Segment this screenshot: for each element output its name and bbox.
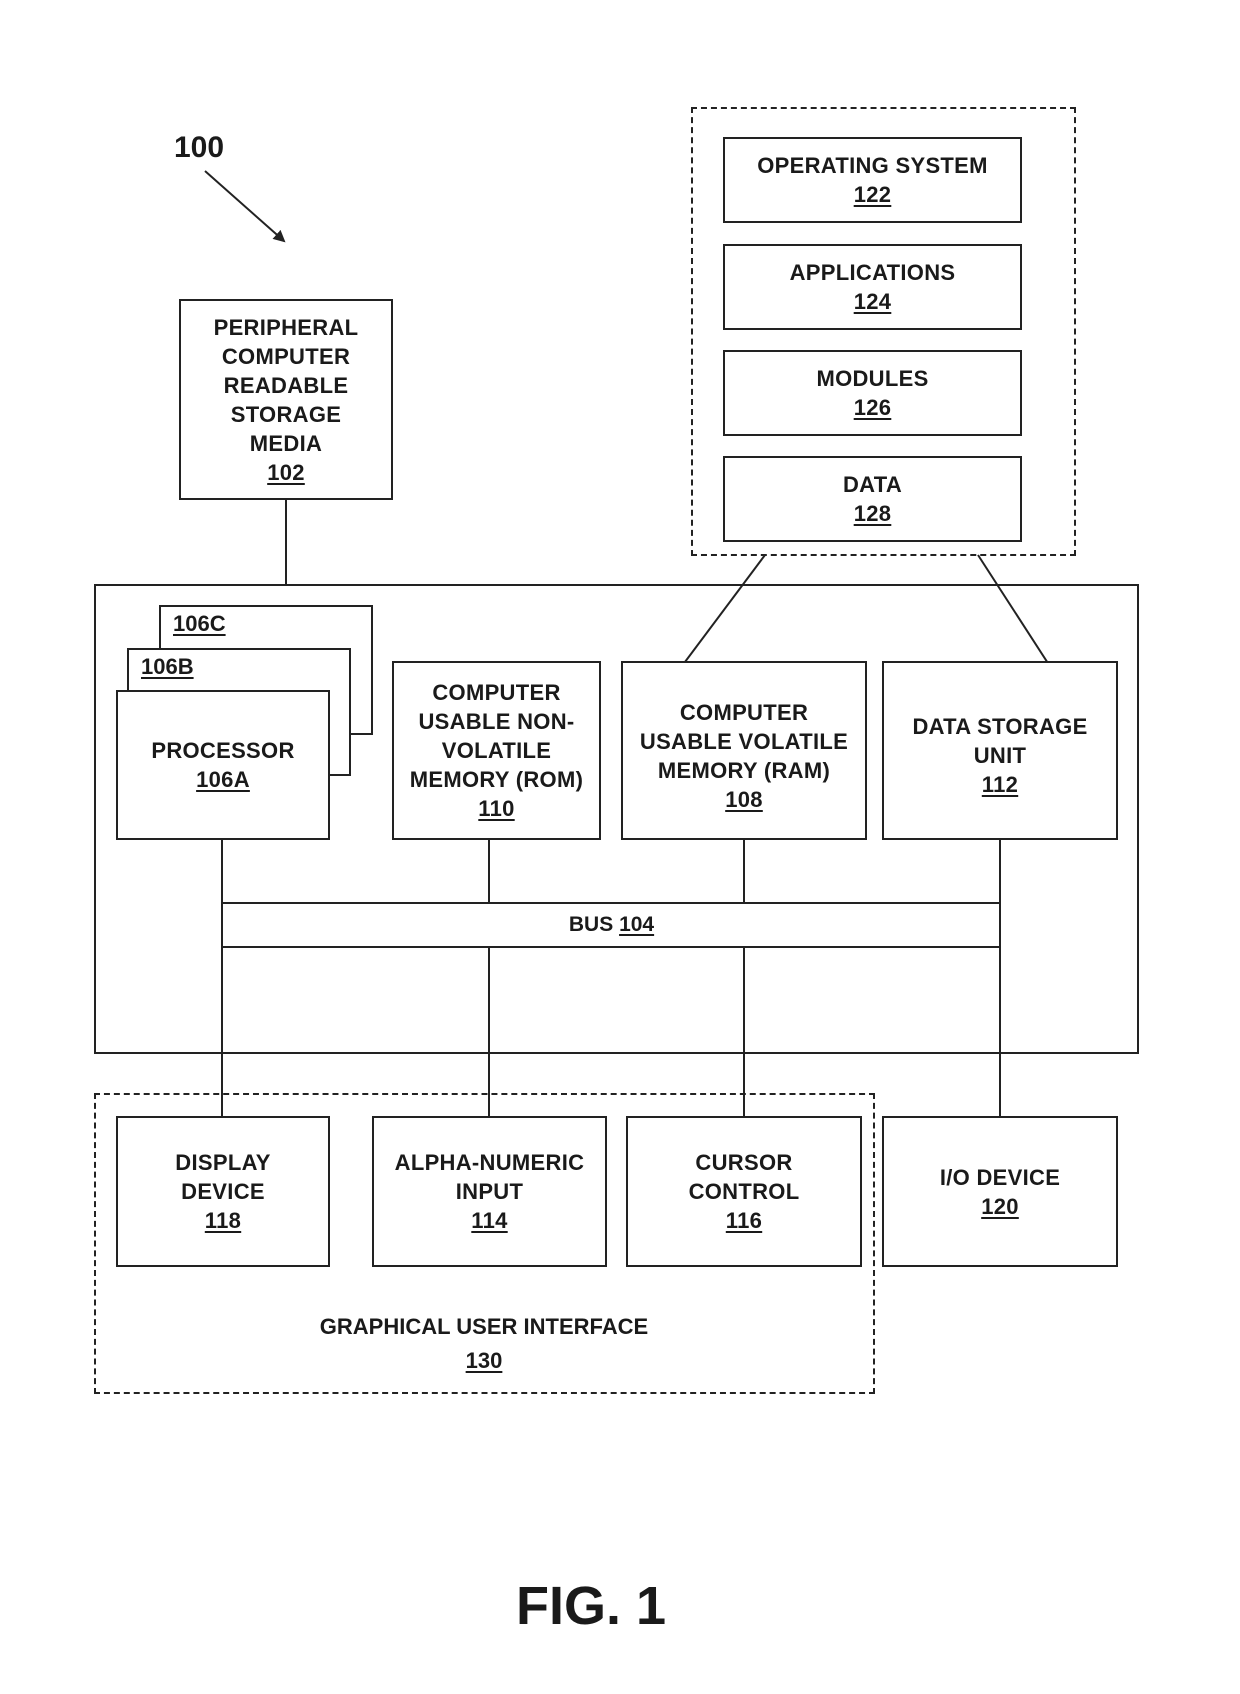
ram-ref: 108 [725, 786, 763, 812]
applications-label: APPLICATIONS [789, 260, 956, 285]
applications-box: APPLICATIONS 124 [723, 244, 1022, 330]
os-label: OPERATING SYSTEM [757, 153, 988, 178]
bus-ref: 104 [619, 913, 655, 936]
figure-ref-arrow [204, 170, 286, 243]
gui-label: GRAPHICAL USER INTERFACE [319, 1314, 649, 1339]
applications-ref: 124 [853, 289, 892, 314]
cursor-control-box: CURSOR CONTROL 116 [626, 1116, 862, 1267]
cursor-ref: 116 [725, 1208, 763, 1233]
modules-label: MODULES [816, 366, 929, 391]
gui-label-block: GRAPHICAL USER INTERFACE 130 [94, 1310, 874, 1378]
cursor-label: CURSOR CONTROL [688, 1150, 800, 1204]
os-ref: 122 [853, 182, 892, 207]
alpha-numeric-input-box: ALPHA-NUMERIC INPUT 114 [372, 1116, 607, 1267]
alpha-label: ALPHA-NUMERIC INPUT [394, 1150, 585, 1204]
rom-box: COMPUTER USABLE NON- VOLATILE MEMORY (RO… [392, 661, 601, 840]
display-device-box: DISPLAY DEVICE 118 [116, 1116, 330, 1267]
processor-label: PROCESSOR [151, 738, 295, 763]
io-device-box: I/O DEVICE 120 [882, 1116, 1118, 1267]
display-ref: 118 [204, 1208, 242, 1233]
ram-label: COMPUTER USABLE VOLATILE MEMORY (RAM) [639, 699, 849, 783]
peripheral-ref: 102 [267, 459, 305, 485]
bus-label: BUS [568, 913, 614, 936]
data-ref: 128 [853, 501, 892, 526]
rom-ref: 110 [478, 796, 515, 821]
operating-system-box: OPERATING SYSTEM 122 [723, 137, 1022, 223]
processor-106a-ref: 106A [196, 767, 250, 792]
gui-ref: 130 [465, 1348, 503, 1373]
processor-106b-ref: 106B [141, 654, 194, 679]
bus: BUS 104 [222, 902, 1001, 948]
modules-box: MODULES 126 [723, 350, 1022, 436]
peripheral-label: PERIPHERAL COMPUTER READABLE STORAGE MED… [213, 314, 359, 456]
display-label: DISPLAY DEVICE [175, 1150, 271, 1204]
processor-106a: PROCESSOR 106A [116, 690, 330, 840]
figure-caption: FIG. 1 [515, 1576, 667, 1636]
alpha-ref: 114 [471, 1208, 508, 1233]
processor-106c-ref: 106C [173, 611, 226, 636]
io-ref: 120 [981, 1193, 1019, 1219]
io-label: I/O DEVICE [939, 1164, 1061, 1190]
modules-ref: 126 [853, 395, 892, 420]
dsu-label: DATA STORAGE UNIT [912, 714, 1088, 768]
figure-reference-number: 100 [174, 131, 225, 164]
data-label: DATA [842, 472, 903, 497]
peripheral-storage-box: PERIPHERAL COMPUTER READABLE STORAGE MED… [179, 299, 393, 500]
ram-box: COMPUTER USABLE VOLATILE MEMORY (RAM) 10… [621, 661, 867, 840]
rom-label: COMPUTER USABLE NON- VOLATILE MEMORY (RO… [409, 680, 584, 792]
data-box: DATA 128 [723, 456, 1022, 542]
dsu-ref: 112 [981, 772, 1019, 797]
data-storage-unit-box: DATA STORAGE UNIT 112 [882, 661, 1118, 840]
